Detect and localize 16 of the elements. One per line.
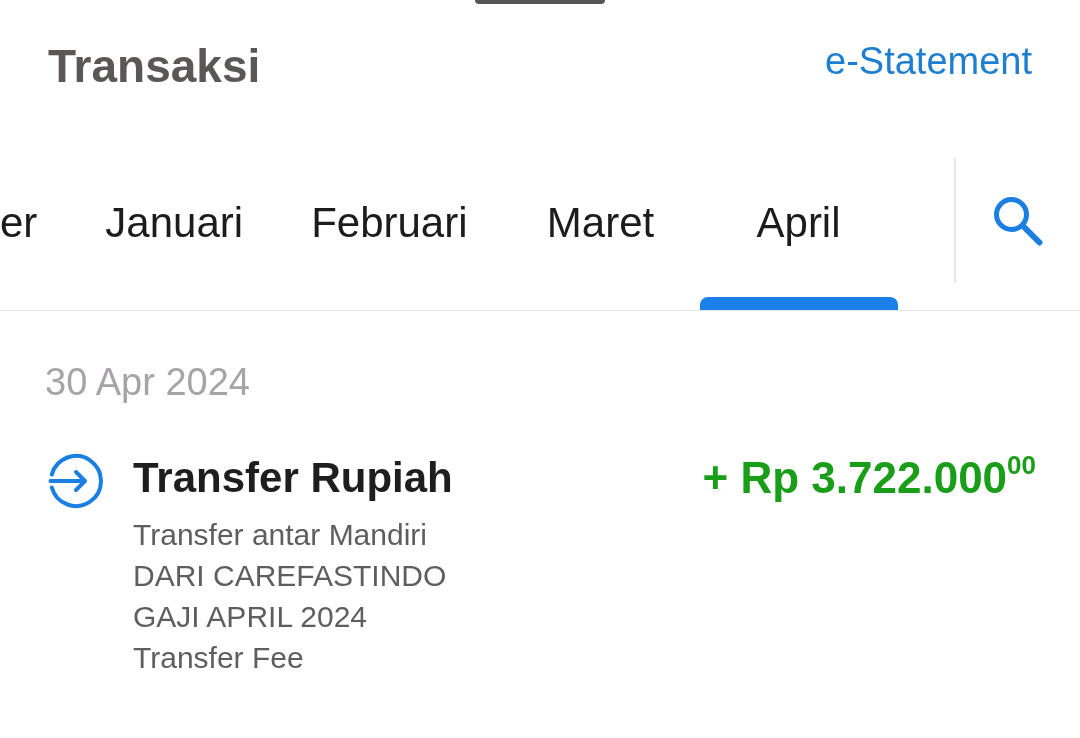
month-tab[interactable]: April — [699, 158, 898, 310]
transaction-detail: GAJI APRIL 2024 — [133, 599, 369, 635]
transaction-title: Transfer Rupiah — [133, 453, 454, 503]
date-heading: 30 Apr 2024 — [44, 360, 251, 405]
search-icon[interactable] — [993, 195, 1043, 246]
month-tab[interactable]: er — [0, 158, 72, 310]
incoming-arrow-icon — [48, 453, 104, 509]
transaction-detail: Transfer Fee — [133, 640, 305, 676]
statement-link[interactable]: e-Statement — [825, 38, 1032, 84]
page-title: Transaksi — [48, 39, 261, 94]
transaction-amount: + Rp 3.722.000$^{00}$ — [702, 453, 1036, 503]
month-tab[interactable]: Maret — [501, 158, 700, 310]
month-tab[interactable]: Februari — [277, 158, 502, 310]
transaction-detail: DARI CAREFASTINDO — [133, 558, 448, 594]
transaction-detail: Transfer antar Mandiri — [133, 517, 428, 553]
month-tab[interactable]: Januari — [71, 158, 278, 310]
